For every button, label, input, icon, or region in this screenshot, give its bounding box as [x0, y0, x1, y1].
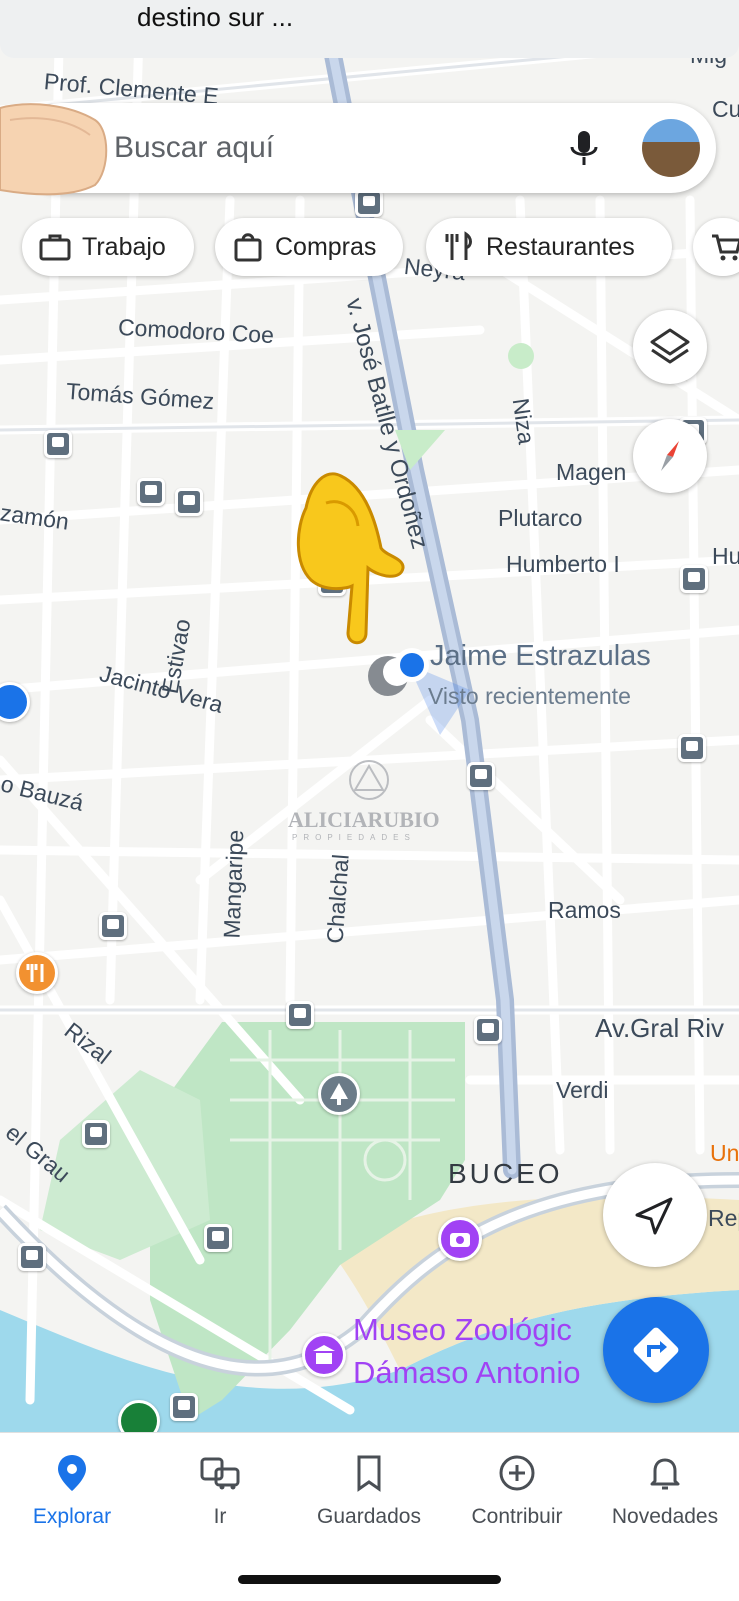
- commute-icon: [200, 1457, 240, 1490]
- museum-label-line2[interactable]: Dámaso Antonio: [353, 1355, 580, 1391]
- location-name[interactable]: Jaime Estrazulas: [430, 640, 651, 673]
- bus-stop-icon[interactable]: [467, 762, 495, 790]
- my-location-button[interactable]: [603, 1163, 707, 1267]
- banner-text: destino sur ...: [137, 2, 294, 32]
- shopping-cart-icon: [712, 234, 739, 261]
- nav-label: Explorar: [32, 1505, 112, 1528]
- chip-label: Trabajo: [82, 232, 166, 261]
- street-label: Humberto I: [506, 551, 620, 577]
- street-label: Un: [710, 1140, 739, 1166]
- nav-label: Contribuir: [471, 1505, 563, 1528]
- bus-stop-icon[interactable]: [137, 478, 165, 506]
- home-indicator[interactable]: [238, 1575, 501, 1584]
- nav-explorar[interactable]: Explorar: [2, 1451, 142, 1529]
- bus-stop-icon[interactable]: [678, 734, 706, 762]
- bus-stop-icon[interactable]: [44, 430, 72, 458]
- chip-label: Compras: [275, 232, 377, 261]
- park-poi-icon[interactable]: [318, 1073, 360, 1115]
- street-label: Cu: [712, 96, 739, 122]
- chip-trabajo[interactable]: Trabajo: [22, 218, 194, 276]
- directions-icon: [633, 1327, 679, 1373]
- bus-stop-icon[interactable]: [175, 488, 203, 516]
- bus-stop-icon[interactable]: [474, 1016, 502, 1044]
- nav-label: Guardados: [317, 1505, 421, 1528]
- nav-ir[interactable]: Ir: [150, 1451, 290, 1529]
- nav-novedades[interactable]: Novedades: [595, 1451, 735, 1529]
- neighborhood-label: BUCEO: [448, 1158, 563, 1189]
- chip-compras[interactable]: Compras: [215, 218, 403, 276]
- street-label: Hu: [712, 543, 739, 569]
- bus-stop-icon[interactable]: [204, 1224, 232, 1252]
- restaurant-poi-icon[interactable]: [16, 952, 58, 994]
- watermark-text: ALICIARUBIO: [288, 807, 440, 832]
- street-label: Ramos: [548, 897, 621, 923]
- compass-icon: [661, 441, 679, 471]
- bookmark-icon: [357, 1455, 381, 1492]
- compass-button[interactable]: [633, 419, 707, 493]
- search-input[interactable]: Buscar aquí: [114, 131, 274, 165]
- bus-stop-icon[interactable]: [355, 189, 383, 217]
- street-label: Av.Gral Riv: [595, 1013, 725, 1043]
- briefcase-icon: [39, 234, 71, 261]
- location-subtitle: Visto recientemente: [428, 683, 631, 709]
- bus-stop-icon[interactable]: [286, 1001, 314, 1029]
- layers-icon: [650, 328, 690, 364]
- street-label: Rep: [708, 1205, 739, 1231]
- nav-label: Novedades: [611, 1505, 719, 1528]
- bus-stop-icon[interactable]: [680, 565, 708, 593]
- hand-overlay-icon: [0, 103, 108, 196]
- nav-contribuir[interactable]: Contribuir: [447, 1451, 587, 1529]
- camera-poi-icon[interactable]: [438, 1217, 482, 1261]
- bus-stop-icon[interactable]: [82, 1120, 110, 1148]
- layers-button[interactable]: [633, 310, 707, 384]
- watermark-subtext: PROPIEDADES: [292, 833, 416, 842]
- nav-guardados[interactable]: Guardados: [299, 1451, 439, 1529]
- add-circle-icon: [499, 1455, 535, 1491]
- directions-button[interactable]: [603, 1297, 709, 1403]
- chip-restaurantes[interactable]: Restaurantes: [426, 218, 672, 276]
- microphone-icon[interactable]: [564, 125, 604, 171]
- street-label: Mangaripe: [218, 829, 249, 939]
- avatar[interactable]: [642, 119, 700, 177]
- navigation-arrow-icon: [635, 1197, 673, 1235]
- bell-icon: [650, 1458, 680, 1490]
- bus-stop-icon[interactable]: [170, 1393, 198, 1421]
- shopping-bag-icon: [234, 233, 262, 262]
- museum-label-line1[interactable]: Museo Zoológic: [353, 1312, 572, 1348]
- location-pin-icon: [58, 1455, 86, 1491]
- street-label: Plutarco: [498, 505, 583, 531]
- bus-stop-icon[interactable]: [18, 1243, 46, 1271]
- fork-knife-icon: [445, 231, 472, 260]
- notification-banner[interactable]: destino sur ...: [0, 0, 739, 58]
- pointing-hand-icon: [296, 472, 405, 645]
- museum-poi-icon[interactable]: [302, 1333, 346, 1377]
- street-label: Magen: [556, 459, 627, 485]
- bus-stop-icon[interactable]: [99, 912, 127, 940]
- nav-label: Ir: [213, 1505, 227, 1528]
- search-bar[interactable]: Buscar aquí: [16, 103, 716, 193]
- chip-label: Restaurantes: [486, 232, 635, 261]
- street-label: Verdi: [556, 1077, 609, 1103]
